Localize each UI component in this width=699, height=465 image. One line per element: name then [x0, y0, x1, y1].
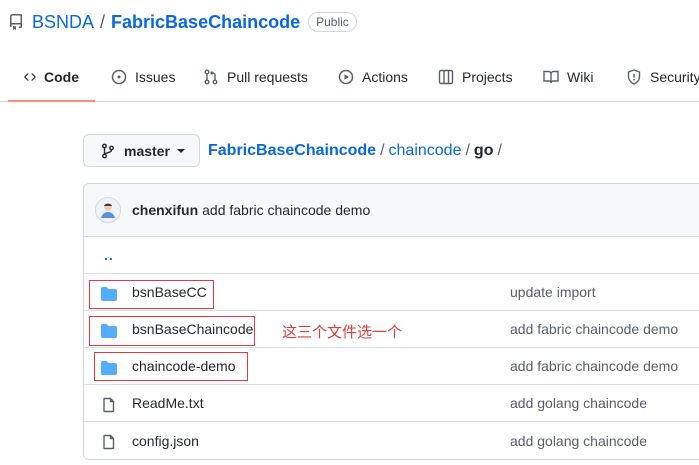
table-row[interactable]: chaincode-demo add fabric chaincode demo: [84, 348, 699, 385]
file-commit-message-link[interactable]: add golang chaincode: [510, 395, 647, 411]
tab-pull-requests-label: Pull requests: [227, 69, 308, 85]
commit-message-link[interactable]: add fabric chaincode demo: [202, 202, 370, 218]
issue-icon: [111, 69, 127, 85]
git-branch-icon: [102, 143, 114, 158]
annotation-note: 这三个文件选一个: [282, 324, 403, 341]
parent-directory-link[interactable]: ..: [104, 247, 114, 263]
branch-select-button[interactable]: master: [83, 134, 200, 167]
file-commit-message-link[interactable]: add golang chaincode: [510, 433, 647, 449]
file-name-link[interactable]: bsnBaseChaincode: [132, 321, 253, 337]
file-name-link[interactable]: chaincode-demo: [132, 358, 236, 374]
table-icon: [438, 69, 454, 85]
folder-icon: [101, 361, 117, 375]
file-icon: [103, 434, 115, 450]
tab-issues-label: Issues: [135, 69, 176, 85]
tab-code[interactable]: Code: [8, 54, 95, 102]
breadcrumb-separator: /: [380, 142, 385, 159]
table-row[interactable]: ReadMe.txt add golang chaincode: [84, 385, 699, 422]
table-row[interactable]: config.json add golang chaincode: [84, 422, 699, 459]
avatar[interactable]: [95, 197, 121, 223]
file-name-link[interactable]: bsnBaseCC: [132, 284, 207, 300]
file-commit-message-link[interactable]: add fabric chaincode demo: [510, 321, 678, 337]
parent-directory-row[interactable]: ..: [84, 237, 699, 274]
breadcrumb-chaincode-link[interactable]: chaincode: [389, 142, 462, 159]
tab-code-label: Code: [44, 69, 79, 85]
commit-author-link[interactable]: chenxifun: [132, 202, 198, 218]
tab-security[interactable]: Security: [626, 54, 699, 100]
tab-pull-requests[interactable]: Pull requests: [203, 54, 308, 100]
breadcrumb-separator: /: [465, 142, 470, 159]
code-icon: [24, 73, 36, 81]
tab-wiki[interactable]: Wiki: [543, 54, 593, 100]
file-commit-message-link[interactable]: update import: [510, 284, 596, 300]
breadcrumb-separator: /: [497, 142, 502, 159]
repo-name-link[interactable]: FabricBaseChaincode: [111, 10, 300, 34]
table-row[interactable]: bsnBaseCC update import: [84, 274, 699, 311]
tab-projects-label: Projects: [462, 69, 513, 85]
book-icon: [543, 70, 559, 84]
repo-separator: /: [100, 12, 106, 32]
visibility-badge: Public: [308, 12, 357, 32]
breadcrumb-repo-link[interactable]: FabricBaseChaincode: [208, 142, 376, 159]
file-commit-message-link[interactable]: add fabric chaincode demo: [510, 358, 678, 374]
breadcrumb: FabricBaseChaincode / chaincode / go /: [208, 141, 506, 161]
shield-icon: [627, 69, 641, 85]
repo-icon: [8, 14, 24, 30]
breadcrumb-current: go: [473, 142, 494, 159]
tab-projects[interactable]: Projects: [438, 54, 513, 100]
file-icon: [103, 397, 115, 413]
repo-nav-tabs: Code Issues Pull requests Actions Projec…: [0, 54, 699, 102]
pull-request-icon: [204, 69, 218, 85]
file-name-link[interactable]: ReadMe.txt: [132, 395, 204, 411]
branch-name: master: [124, 142, 170, 159]
repo-header: BSNDA / FabricBaseChaincode Public: [8, 10, 357, 34]
tab-issues[interactable]: Issues: [111, 54, 175, 100]
tab-actions[interactable]: Actions: [338, 54, 408, 100]
folder-icon: [101, 287, 117, 301]
tab-actions-label: Actions: [362, 69, 408, 85]
chevron-down-icon: [176, 148, 185, 153]
tab-wiki-label: Wiki: [567, 69, 594, 85]
tab-security-label: Security: [650, 69, 699, 85]
latest-commit-bar: chenxifun add fabric chaincode demo: [84, 184, 699, 237]
folder-icon: [101, 324, 117, 338]
repo-owner-link[interactable]: BSNDA: [32, 10, 94, 34]
play-icon: [338, 69, 354, 85]
file-name-link[interactable]: config.json: [132, 433, 199, 449]
